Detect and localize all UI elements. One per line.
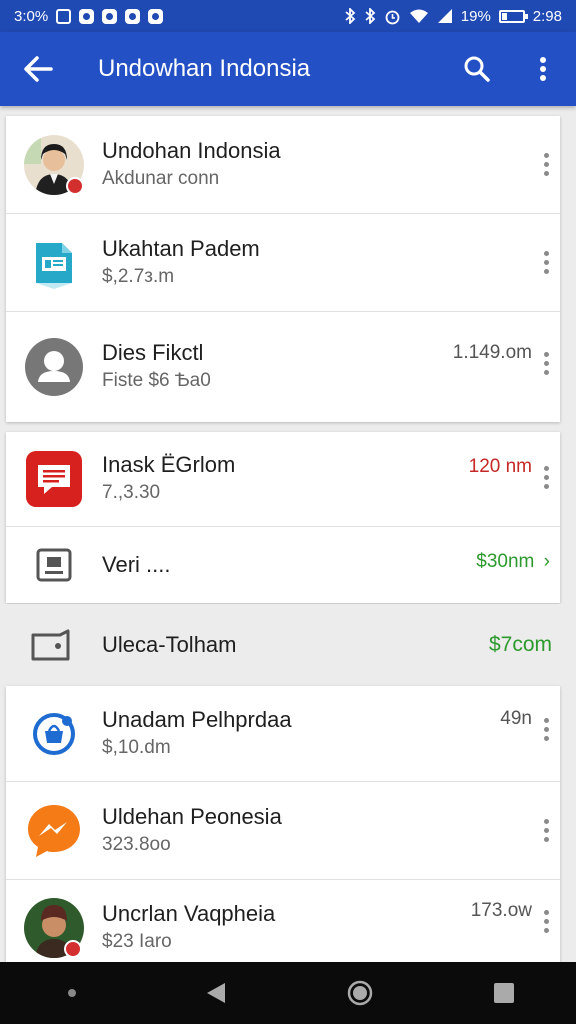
system-nav-bar [0,962,576,1024]
notification-dot-icon [102,8,118,24]
app-icon [6,709,102,759]
avatar [6,134,102,196]
status-right: 19% 2:98 [344,8,562,25]
section-meta: $7com [488,633,552,656]
bluetooth-icon [345,8,356,24]
more-vert-icon [540,57,546,81]
message-app-icon [26,451,82,507]
search-button[interactable] [444,32,510,106]
account-card-3: Unadam Pelhprdaa $,10.dm 49n Uldehan Peo… [6,686,560,976]
list-item[interactable]: Undohan Indonsia Akdunar conn [6,116,560,214]
list-item[interactable]: Ukahtan Padem $,2.7з.m [6,214,560,312]
more-vert-icon[interactable] [540,153,552,176]
more-vert-icon[interactable] [540,466,552,489]
list-item-text: Uldehan Peonesia 323.8oo [102,803,560,859]
square-recents-icon [494,983,514,1003]
list-item-text: Undohan Indonsia Akdunar conn [102,137,560,193]
list-item-title: Ukahtan Padem [102,235,260,261]
list-item-meta: 120 nm [468,456,532,477]
triangle-back-icon [207,983,225,1003]
app-icon [6,237,102,289]
list-item-text: Ukahtan Padem $,2.7з.m [102,235,560,291]
chevron-right-icon: › [543,551,550,572]
avatar [6,338,102,396]
list-item-subtitle: $,2.7з.m [102,265,175,287]
person-placeholder-icon [25,338,83,396]
list-item[interactable]: Uldehan Peonesia 323.8oo [6,782,560,880]
page-title: Undowhan Indonsia [98,55,311,82]
list-item-subtitle: Fiste $6 Ѣa0 [102,370,211,391]
app-icon [6,451,102,507]
more-vert-icon[interactable] [540,819,552,842]
messenger-icon [28,804,80,857]
id-card-icon-wrap [6,548,102,582]
more-vert-icon[interactable] [540,251,552,274]
list-item-meta: 49n [500,708,532,729]
signal-icon [437,9,452,23]
wallet-icon-wrap [0,629,102,661]
status-left: 3:0% [14,7,164,25]
list-item-title: Undohan Indonsia [102,137,281,163]
wallet-icon [31,629,70,661]
store-badge-icon [33,712,75,755]
bluetooth-icon [365,8,376,24]
list-item-title: Unadam Pelhprdaa [102,706,292,732]
nav-dot-button[interactable] [42,968,102,1018]
back-button[interactable] [0,32,76,106]
document-app-icon [36,242,72,289]
account-card-2: Inask ЁGrlom 7.,3.30 120 nm Veri .... $3… [6,432,560,603]
notification-icon [56,8,72,24]
more-vert-icon[interactable] [540,910,552,933]
list-item-meta: 1.149.om [452,342,532,363]
notification-dot-icon [79,8,95,24]
list-item-title: Uldehan Peonesia [102,803,282,829]
list-item-meta[interactable]: $30nm › [476,551,550,573]
list-item[interactable]: Inask ЁGrlom 7.,3.30 120 nm [6,432,560,527]
nav-home-button[interactable] [330,968,390,1018]
list-item[interactable]: Veri .... $30nm › [6,527,560,603]
status-bar: 3:0% 19% 2:98 [0,0,576,32]
list-item-subtitle: 323.8oo [102,833,171,855]
section-row[interactable]: Ulecа-Tolham $7com [0,604,576,686]
battery-icon [498,9,528,23]
app-icon [6,802,102,860]
search-icon [464,56,490,82]
list-item-subtitle: $23 Іaro [102,931,172,952]
dot-icon [68,989,76,997]
list-item-meta: 173.ow [470,900,532,921]
status-text-left: 3:0% [14,7,49,25]
id-card-icon [36,548,72,582]
list-item[interactable]: Unadam Pelhprdaa $,10.dm 49n [6,686,560,782]
nav-recents-button[interactable] [474,968,534,1018]
list-item-text: Unadam Pelhprdaa $,10.dm [102,706,560,762]
more-vert-icon[interactable] [540,352,552,375]
nav-back-button[interactable] [186,968,246,1018]
avatar [6,897,102,959]
arrow-left-icon [24,56,53,82]
notification-dot-icon [148,8,164,24]
balance-value: $30nm [476,551,535,572]
alarm-clock-icon [385,10,400,24]
circle-home-icon [347,980,373,1006]
list-item[interactable]: Dies Fikctl Fiste $6 Ѣa0 1.149.om [6,312,560,422]
wifi-icon [409,9,428,23]
list-item-subtitle: 7.,3.30 [102,482,161,503]
overflow-menu-button[interactable] [510,32,576,106]
list-item-subtitle: $,10.dm [102,736,171,758]
status-time: 2:98 [532,7,562,25]
battery-percent: 19% [460,7,491,25]
app-bar: Undowhan Indonsia [0,32,576,106]
user-avatar-icon [24,898,84,958]
alarm-icon [125,8,141,24]
account-card-1: Undohan Indonsia Akdunar conn Ukahtan Pa… [6,116,560,422]
list-item-subtitle: Akdunar conn [102,167,220,189]
more-vert-icon[interactable] [540,718,552,741]
user-avatar-icon [24,134,84,195]
